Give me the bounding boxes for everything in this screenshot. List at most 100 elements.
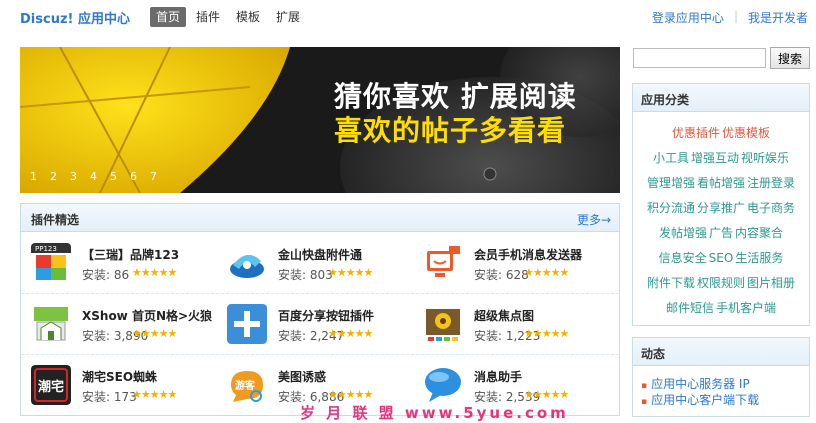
plugin-name[interactable]: 消息助手 <box>474 368 522 385</box>
category-line: 小工具 增强互动 视听娱乐 <box>633 146 809 171</box>
category-link[interactable]: 视听娱乐 <box>741 151 789 165</box>
star-icon: ★ <box>149 388 160 401</box>
baidu-share-app-icon[interactable] <box>227 304 267 344</box>
header: Discuz! 应用中心 首页 插件 模板 扩展 登录应用中心 | 我是开发者 <box>0 0 816 34</box>
banner-pager: 1 2 3 4 5 6 7 <box>30 170 157 183</box>
focus-image-app-icon[interactable] <box>423 304 463 344</box>
kuaipan-app-icon[interactable] <box>227 243 267 283</box>
banner-page-3[interactable]: 3 <box>70 170 77 183</box>
category-line: 邮件短信 手机客户端 <box>633 296 809 321</box>
plugin-name[interactable]: 美图诱惑 <box>278 368 326 385</box>
search-button[interactable]: 搜索 <box>770 47 810 69</box>
category-link[interactable]: 广告 <box>709 226 733 240</box>
category-link[interactable]: 电子商务 <box>747 201 795 215</box>
category-link[interactable]: 发帖增强 <box>659 226 707 240</box>
message-assistant-app-icon[interactable] <box>423 365 463 405</box>
plugin-item[interactable]: 会员手机消息发送器 安装: 628 ★★★★★ <box>413 233 609 293</box>
dynamics-item-client-download[interactable]: 应用中心客户端下载 <box>641 392 809 408</box>
svg-text:PP123: PP123 <box>35 245 57 253</box>
plugin-row: PP123 【三瑞】品牌123 安装: 86 ★★★★★ 金山快盘附件通 安装:… <box>21 233 619 294</box>
banner-page-1[interactable]: 1 <box>30 170 37 183</box>
rating-stars: ★★★★★ <box>328 266 374 279</box>
plugin-name[interactable]: XShow 首页N格>火狼 <box>82 307 212 324</box>
more-link[interactable]: 更多→ <box>577 211 611 228</box>
pp123-app-icon[interactable]: PP123 <box>31 243 71 283</box>
category-link[interactable]: 优惠模板 <box>722 126 770 140</box>
plugin-name[interactable]: 百度分享按钮插件 <box>278 307 374 324</box>
svg-text:游客: 游客 <box>235 379 256 392</box>
rating-stars: ★★★★★ <box>328 327 373 340</box>
site-logo[interactable]: Discuz! 应用中心 <box>20 8 130 27</box>
plugin-item[interactable]: PP123 【三瑞】品牌123 安装: 86 ★★★★★ <box>21 233 217 293</box>
rating-stars: ★★★★★ <box>524 388 569 401</box>
category-link[interactable]: 优惠插件 <box>672 126 720 140</box>
plugin-item[interactable]: 潮宅 潮宅SEO蜘蛛 安装: 173 ★★★★★ <box>21 355 217 415</box>
main-nav: 首页 插件 模板 扩展 <box>150 7 306 27</box>
plugin-name[interactable]: 超级焦点图 <box>474 307 534 324</box>
plugin-name[interactable]: 会员手机消息发送器 <box>474 246 582 263</box>
category-link[interactable]: 看帖增强 <box>697 176 745 190</box>
category-link[interactable]: SEO <box>709 251 734 265</box>
rating-stars: ★★★★★ <box>524 327 569 340</box>
star-icon: ★ <box>524 327 534 340</box>
plugin-item[interactable]: 金山快盘附件通 安装: 803 ★★★★★ <box>217 233 413 293</box>
nav-templates[interactable]: 模板 <box>230 7 266 27</box>
banner-page-6[interactable]: 6 <box>130 170 137 183</box>
nav-extensions[interactable]: 扩展 <box>270 7 306 27</box>
category-link[interactable]: 增强互动 <box>691 151 739 165</box>
plugin-row: XShow 首页N格>火狼 安装: 3,890 ★★★★★ 百度分享按钮插件 安… <box>21 294 619 355</box>
star-icon: ★ <box>354 327 365 340</box>
category-link[interactable]: 小工具 <box>653 151 689 165</box>
star-icon: ★ <box>354 388 365 401</box>
plugin-item[interactable]: XShow 首页N格>火狼 安装: 3,890 ★★★★★ <box>21 294 217 354</box>
meitu-app-icon[interactable]: 游客 <box>227 365 267 405</box>
banner-page-4[interactable]: 4 <box>90 170 97 183</box>
star-icon: ★ <box>149 327 160 340</box>
category-link[interactable]: 信息安全 <box>659 251 707 265</box>
dynamics-item-server-ip[interactable]: 应用中心服务器 IP <box>641 376 809 392</box>
site-watermark: 岁 月 联 盟 www.5yue.com <box>300 404 569 422</box>
category-link[interactable]: 邮件短信 <box>666 301 714 315</box>
star-icon: ★ <box>532 266 543 279</box>
banner-page-2[interactable]: 2 <box>50 170 57 183</box>
rating-stars: ★★★★★ <box>132 327 177 340</box>
category-link[interactable]: 图片相册 <box>747 276 795 290</box>
category-link[interactable]: 积分流通 <box>647 201 695 215</box>
login-link[interactable]: 登录应用中心 <box>652 9 724 26</box>
category-link[interactable]: 分享推广 <box>697 201 745 215</box>
nav-plugins[interactable]: 插件 <box>190 7 226 27</box>
plugin-name[interactable]: 金山快盘附件通 <box>278 246 362 263</box>
category-line: 积分流通 分享推广 电子商务 <box>633 196 809 221</box>
category-link[interactable]: 内容聚合 <box>735 226 783 240</box>
plugin-name[interactable]: 潮宅SEO蜘蛛 <box>82 368 157 385</box>
star-icon: ★ <box>336 388 347 401</box>
star-icon: ★ <box>345 266 356 279</box>
xshow-app-icon[interactable] <box>31 304 71 344</box>
star-icon: ★ <box>328 327 338 340</box>
promo-banner[interactable]: 猜你喜欢 扩展阅读 喜欢的帖子多看看 1 2 3 4 5 6 7 <box>20 47 620 193</box>
plugin-item[interactable]: 超级焦点图 安装: 1,223 ★★★★★ <box>413 294 609 354</box>
category-link[interactable]: 注册登录 <box>747 176 795 190</box>
plugin-name[interactable]: 【三瑞】品牌123 <box>82 246 179 263</box>
install-count: 安装: 628 <box>474 268 529 282</box>
plugin-item[interactable]: 百度分享按钮插件 安装: 2,247 ★★★★★ <box>217 294 413 354</box>
category-line: 管理增强 看帖增强 注册登录 <box>633 171 809 196</box>
star-icon: ★ <box>363 266 374 279</box>
chaozhai-seo-app-icon[interactable]: 潮宅 <box>31 365 71 405</box>
nav-home[interactable]: 首页 <box>150 7 187 27</box>
star-icon: ★ <box>345 388 356 401</box>
banner-page-5[interactable]: 5 <box>110 170 117 183</box>
developer-link[interactable]: 我是开发者 <box>748 9 808 26</box>
search-input[interactable] <box>633 48 766 68</box>
category-box: 应用分类 优惠插件 优惠模板 小工具 增强互动 视听娱乐 管理增强 看帖增强 注册登录 积分流通… <box>632 83 810 326</box>
mobile-message-app-icon[interactable] <box>423 243 463 283</box>
banner-page-7[interactable]: 7 <box>150 170 157 183</box>
category-line: 发帖增强 广告 内容聚合 <box>633 221 809 246</box>
category-link[interactable]: 管理增强 <box>647 176 695 190</box>
category-link[interactable]: 生活服务 <box>735 251 783 265</box>
divider: | <box>733 9 738 23</box>
category-link[interactable]: 附件下载 <box>647 276 695 290</box>
category-link[interactable]: 手机客户端 <box>716 301 776 315</box>
category-link[interactable]: 权限规则 <box>697 276 745 290</box>
star-icon: ★ <box>550 266 561 279</box>
